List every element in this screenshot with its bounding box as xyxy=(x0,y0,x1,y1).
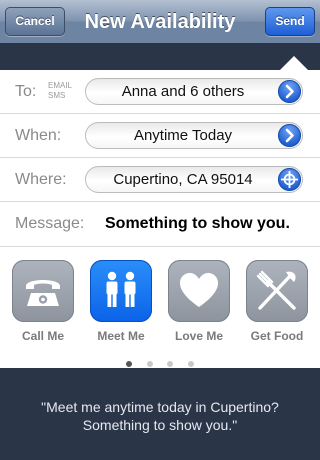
where-label: Where: xyxy=(15,171,67,188)
message-value[interactable]: Something to show you. xyxy=(105,202,290,245)
love-me-button[interactable] xyxy=(168,260,230,322)
message-preview: "Meet me anytime today in Cupertino? Som… xyxy=(0,398,320,434)
crosshair-icon[interactable] xyxy=(278,168,301,191)
page-dot[interactable] xyxy=(187,361,194,367)
message-row[interactable]: Message: Something to show you. xyxy=(0,202,320,247)
time-value: Anytime Today xyxy=(133,127,233,144)
preview-line: "Meet me anytime today in Cupertino? xyxy=(41,399,279,415)
recipients-field[interactable]: Anna and 6 others xyxy=(85,78,303,105)
phone-icon xyxy=(26,280,60,306)
location-field[interactable]: Cupertino, CA 95014 xyxy=(85,166,303,193)
delivery-methods: EMAIL SMS xyxy=(48,81,72,101)
meet-me-label: Meet Me xyxy=(97,329,145,343)
get-food-label: Get Food xyxy=(250,329,304,343)
page-dot[interactable] xyxy=(167,361,174,367)
get-food-button[interactable] xyxy=(246,260,308,322)
call-me-button[interactable] xyxy=(12,260,74,322)
call-me-label: Call Me xyxy=(21,329,64,343)
time-field[interactable]: Anytime Today xyxy=(85,122,303,149)
people-icon xyxy=(106,271,136,307)
sms-label: SMS xyxy=(48,91,66,100)
location-value: Cupertino, CA 95014 xyxy=(113,171,253,188)
email-label: EMAIL xyxy=(48,81,73,90)
where-row: Where: Cupertino, CA 95014 xyxy=(0,158,320,202)
heart-icon xyxy=(180,273,218,307)
navigation-bar: Cancel New Availability Send xyxy=(0,0,320,44)
availability-form: To: EMAIL SMS Anna and 6 others When: An… xyxy=(0,70,320,368)
recipients-value: Anna and 6 others xyxy=(121,83,245,100)
to-label: To: xyxy=(15,83,37,100)
page-dot[interactable] xyxy=(126,361,133,367)
to-row: To: EMAIL SMS Anna and 6 others xyxy=(0,70,320,114)
chevron-right-icon[interactable] xyxy=(278,124,301,147)
send-button[interactable]: Send xyxy=(265,7,315,36)
chevron-right-icon[interactable] xyxy=(278,80,301,103)
page-indicator[interactable] xyxy=(0,354,320,367)
panel-pointer xyxy=(280,56,308,70)
preview-line: Something to show you." xyxy=(82,417,238,433)
meet-me-button[interactable] xyxy=(90,260,152,322)
love-me-label: Love Me xyxy=(174,329,223,343)
page-dot[interactable] xyxy=(146,361,153,367)
when-label: When: xyxy=(15,127,62,144)
when-row: When: Anytime Today xyxy=(0,114,320,158)
fork-knife-icon xyxy=(256,270,296,310)
message-label: Message: xyxy=(15,215,85,232)
